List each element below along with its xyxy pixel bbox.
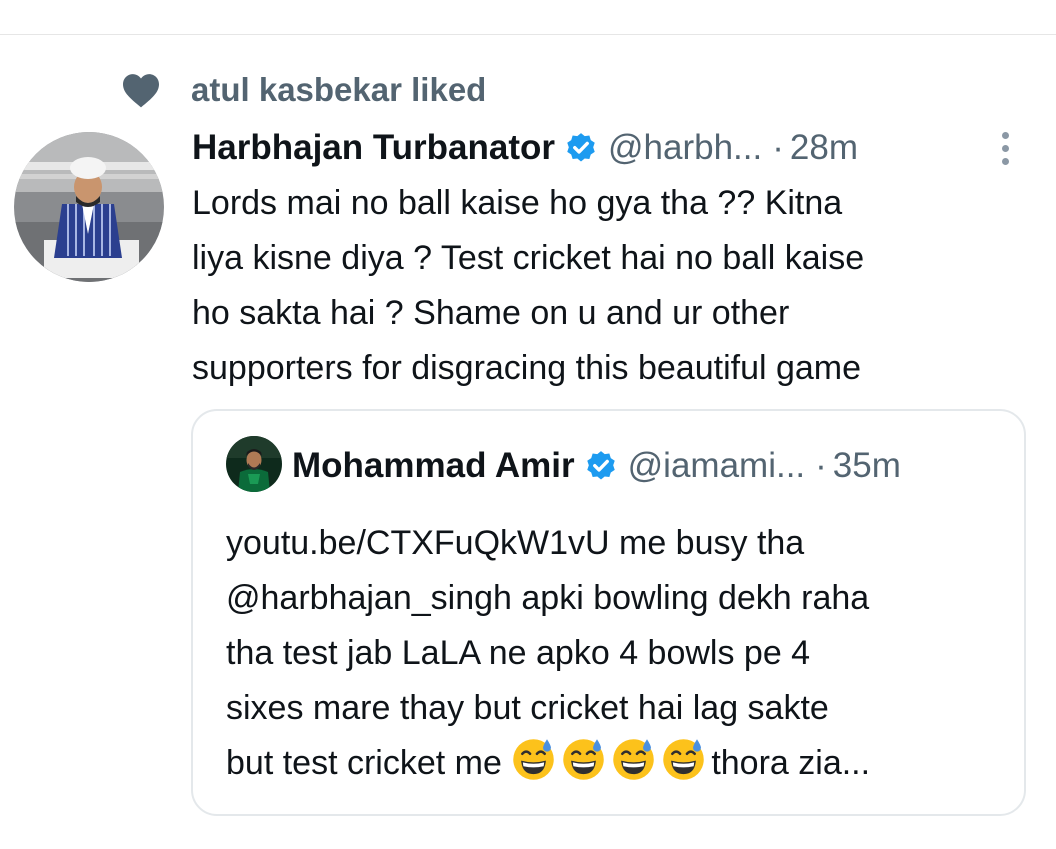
quoted-tweet-text: youtu.be/CTXFuQkW1vU me busy tha @harbha… (226, 516, 1016, 791)
quoted-text-line: but test cricket me (226, 744, 512, 782)
quoted-text-line: sixes mare thay but cricket hai lag sakt… (226, 689, 829, 727)
quoted-tweet-timestamp[interactable]: 35m (833, 446, 901, 486)
quoted-header-separator: · (815, 446, 827, 485)
quoted-text-line: youtu.be/CTXFuQkW1vU me busy tha (226, 524, 805, 562)
quoted-text-line: @harbhajan_singh apki bowling dekh raha (226, 579, 870, 617)
quoted-text-line: tha test jab LaLA ne apko 4 bowls pe 4 (226, 634, 811, 672)
header-separator: · (772, 128, 784, 167)
tweet-text-line: ho sakta hai ? Shame on u and ur other (192, 294, 790, 332)
quoted-tweet-header: Mohammad Amir @iamami... · 35m (292, 443, 901, 489)
grinning-face-with-sweat-icon (511, 737, 556, 782)
quoted-author-handle[interactable]: @iamami... (628, 446, 806, 486)
author-handle[interactable]: @harbh... (608, 128, 762, 168)
social-context: atul kasbekar liked (120, 68, 486, 112)
author-name[interactable]: Harbhajan Turbanator (192, 128, 555, 168)
more-options-icon[interactable] (992, 126, 1018, 170)
grinning-face-with-sweat-icon (661, 737, 706, 782)
author-avatar[interactable] (14, 132, 164, 282)
quoted-tweet-card[interactable]: Mohammad Amir @iamami... · 35m youtu.be/… (191, 409, 1026, 816)
tweet-text-line: supporters for disgracing this beautiful… (192, 349, 862, 387)
quoted-text-line-last: but test cricket me thora zia... (226, 736, 1016, 791)
grinning-face-with-sweat-icon (611, 737, 656, 782)
verified-badge-icon (584, 449, 618, 483)
quoted-text-tail: thora zia... (711, 744, 871, 782)
heart-icon (120, 69, 162, 111)
tweet-text-line: liya kisne diya ? Test cricket hai no ba… (192, 239, 865, 277)
tweet-timestamp[interactable]: 28m (790, 128, 858, 168)
tweet-header: Harbhajan Turbanator @harbh... · 28m (192, 124, 1022, 172)
more-dot (1001, 144, 1009, 152)
social-context-label[interactable]: atul kasbekar liked (191, 68, 486, 112)
top-divider (0, 34, 1056, 35)
verified-badge-icon (564, 131, 598, 165)
tweet-text[interactable]: Lords mai no ball kaise ho gya tha ?? Ki… (192, 176, 1032, 396)
more-dot (1001, 131, 1009, 139)
quoted-author-avatar[interactable] (226, 436, 282, 492)
tweet-text-line: Lords mai no ball kaise ho gya tha ?? Ki… (192, 184, 843, 222)
grinning-face-with-sweat-icon (561, 737, 606, 782)
more-dot (1001, 157, 1009, 165)
quoted-author-name[interactable]: Mohammad Amir (292, 446, 575, 486)
